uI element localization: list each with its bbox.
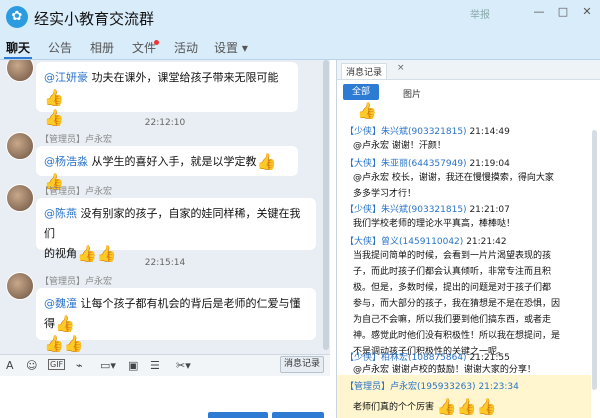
chat-area[interactable]: @江妍豪 功夫在课外，课堂给孩子带来无限可能 👍 👍 22:12:10 【管理员】… [0,60,330,354]
history-entry-body: @卢永宏 校长，谢谢，我还在慢慢摸索，得向大家 多多学习才行！ [353,173,554,199]
thumbs-up-icon: 👍 [55,314,75,333]
maximize-icon[interactable]: □ [556,5,570,18]
group-logo-icon: ✿ [6,6,28,28]
thumbs-up-icon: 👍 [256,152,277,171]
mention[interactable]: @陈燕 [44,207,77,220]
group-title: 经实小教育交流群 [34,10,155,28]
history-entry-body: 我们学校老师的理论水平真高，棒棒哒！ [353,219,516,229]
thumbs-up-icon: 👍 [63,334,84,353]
filter-images-button[interactable]: 图片 [403,87,421,100]
active-tab-indicator [4,57,32,59]
chat-scrollbar[interactable] [323,60,329,350]
close-button[interactable] [208,412,268,418]
tab-settings[interactable]: 设置 ▾ [214,39,248,56]
thumbs-up-icon: 👍 [44,88,64,107]
tab-announcements[interactable]: 公告 [48,39,72,56]
history-entry-header: 【少侠】朱兴斌(903321815) 21:21:07 [345,205,510,215]
timestamp: 22:12:10 [144,118,186,128]
thumbs-up-icon: 👍 [456,397,477,416]
history-entry-header: 【管理员】卢永宏(195933263) 21:23:34 [345,382,519,392]
timestamp: 22:15:14 [144,258,186,268]
history-entry-header: 【少侠】朱兴斌(903321815) 21:14:49 [345,127,510,137]
history-entry-header: 【大侠】曾义(1459110042) 21:21:42 [345,237,507,247]
tab-bar: 聊天 公告 相册 文件 活动 设置 ▾ [0,36,600,60]
files-notification-dot [154,40,159,45]
tab-album[interactable]: 相册 [90,39,114,56]
sender-name: 【管理员】卢永宏 [40,135,113,145]
image-icon[interactable]: ▭▾ [100,359,116,372]
mention[interactable]: @杨浩淼 [44,155,88,168]
avatar[interactable] [6,272,34,300]
emoji-icon[interactable]: ☺ [26,359,37,372]
message-text: 功夫在课外，课堂给孩子带来无限可能 [88,71,279,84]
message-history-button[interactable]: 消息记录 ▾ [280,356,324,384]
avatar[interactable] [6,184,34,212]
message-text: 没有别家的孩子，自家的娃同样稀，关键在我们 [44,207,301,240]
history-entry-body: 当我提问简单的时候，会看到一片片渴望表现的孩 子，而此时孩子们都会认真倾听，非常… [353,251,561,357]
report-link[interactable]: 举报 [470,6,490,21]
mention[interactable]: @江妍豪 [44,71,88,84]
tab-activities[interactable]: 活动 [174,39,198,56]
message-text: 从学生的喜好入手，就是以学定教 [88,155,257,168]
more-icon[interactable]: ☰ [150,359,160,372]
panel-close-icon[interactable]: × [397,63,405,73]
scissors-icon[interactable]: ✂▾ [176,359,191,372]
thumbs-up-icon: 👍 [436,397,457,416]
thumbs-up-icon: 👍 [44,334,64,353]
panel-tab-header: 消息记录 × [337,60,600,80]
history-entry-header: 【大侠】朱亚丽(644357949) 21:19:04 [345,159,510,169]
thumbs-up-icon: 👍 [357,101,377,120]
tab-message-history[interactable]: 消息记录 [341,63,388,79]
shake-icon[interactable]: ⌁ [76,359,83,372]
message-bubble: @江妍豪 功夫在课外，课堂给孩子带来无限可能👍 👍 [36,62,298,127]
send-button[interactable] [272,412,324,418]
sender-name: 【管理员】卢永宏 [40,277,113,287]
message-bubble: @陈燕 没有别家的孩子，自家的娃同样稀，关键在我们 的视角👍👍 [36,198,316,263]
gif-icon[interactable]: GIF [48,359,66,370]
history-scrollbar[interactable] [592,130,597,390]
message-history-panel: 消息记录 × 全部 图片 👍 【少侠】朱兴斌(903321815) 21:14:… [336,60,600,418]
sender-name: 【管理员】卢永宏 [40,187,113,197]
picture-icon[interactable]: ▣ [128,359,138,372]
thumbs-up-icon: 👍 [476,397,497,416]
mention[interactable]: @魏潼 [44,297,77,310]
close-icon[interactable]: ✕ [580,5,594,18]
history-entry-body: @卢永宏 谢谢！汗颜！ [353,141,446,151]
message-text: 让每个孩子都有机会的背后是老师的仁爱与懂得 [44,297,301,330]
tab-chat[interactable]: 聊天 [6,39,30,56]
title-bar: ✿ 经实小教育交流群 举报 — □ ✕ [0,0,600,36]
filter-all-button[interactable]: 全部 [343,84,379,100]
font-icon[interactable]: A [6,359,14,372]
tab-files[interactable]: 文件 [132,39,156,56]
message-bubble: @魏潼 让每个孩子都有机会的背后是老师的仁爱与懂得👍 👍👍 [36,288,316,353]
avatar[interactable] [6,132,34,160]
message-bubble: @杨浩淼 从学生的喜好入手，就是以学定教👍👍 [36,146,298,191]
avatar[interactable] [6,60,34,82]
history-entry-body: 老师们真的个个厉害 👍👍👍 [353,397,497,416]
minimize-icon[interactable]: — [532,5,546,18]
